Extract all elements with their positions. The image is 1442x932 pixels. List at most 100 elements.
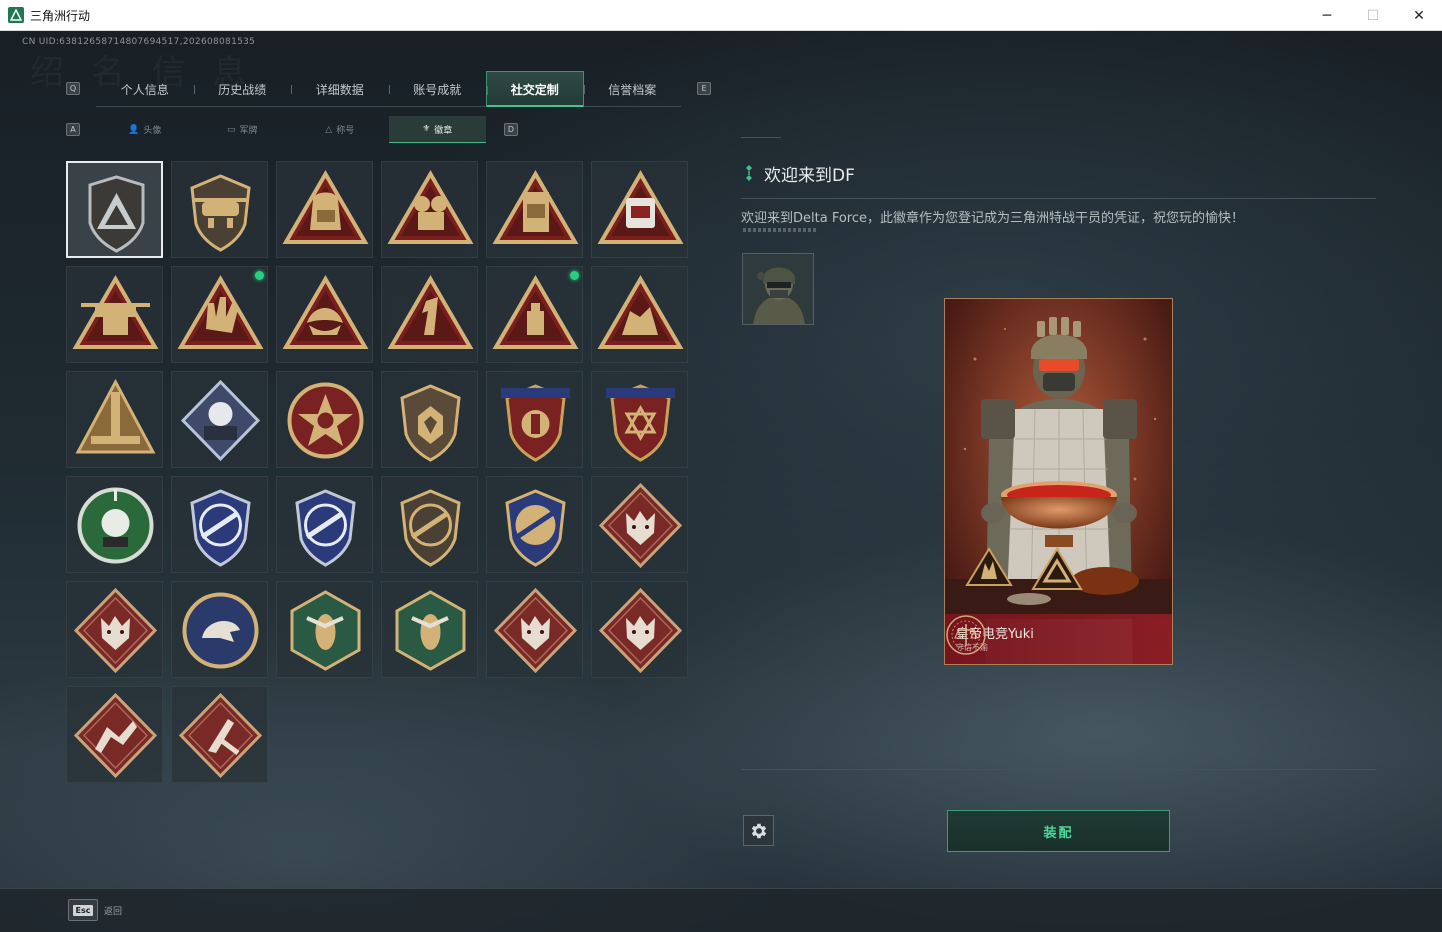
badge-slot[interactable] [171,371,268,468]
main-tab-bar: 个人信息 历史战绩 详细数据 账号成就 社交定制 信誉档案 [96,71,681,107]
title-marker-icon [746,165,752,181]
operator-avatar[interactable] [742,253,814,325]
badge-slot[interactable] [591,266,688,363]
badge-slot[interactable] [381,266,478,363]
reputation-emblem-icon [946,615,986,655]
minimize-button[interactable]: ─ [1304,0,1350,31]
badge-icon [190,174,251,252]
maximize-button[interactable]: ☐ [1350,0,1396,31]
back-label: 返回 [104,906,123,917]
badge-icon [505,489,566,567]
prev-subtab-key-hint[interactable]: A [66,123,80,136]
app-logo-icon [8,7,24,23]
badge-slot[interactable] [591,581,688,678]
badge-icon [178,692,263,779]
badge-slot[interactable] [381,581,478,678]
badge-icon [598,482,683,569]
badge-slot[interactable] [486,161,583,258]
badge-icon [400,384,461,462]
badge-icon [182,592,259,669]
main-tab-6[interactable]: 信誉档案 [583,71,682,107]
badge-icon [287,382,364,459]
badge-slot[interactable] [171,686,268,783]
close-button[interactable]: ✕ [1396,0,1442,31]
sub-tab-label: 头像 [143,126,162,136]
sub-tab-2[interactable]: ▭ 军牌 [194,116,292,143]
new-indicator-dot [570,271,579,280]
equip-button[interactable]: 装配 [947,810,1170,852]
badge-slot[interactable] [486,581,583,678]
title-icon: △ [325,124,333,135]
badge-slot[interactable] [171,476,268,573]
card-name-bar: 皇帝电竞Yuki 守信不渝 [945,614,1172,664]
badge-title: 欢迎来到DF [764,166,855,186]
badge-slot[interactable] [66,476,163,573]
badge-icon: ⚜ [422,124,431,134]
main-tab-3[interactable]: 详细数据 [291,71,389,107]
badge-icon [492,275,579,349]
badge-slot[interactable] [591,161,688,258]
badge-slot[interactable] [171,581,268,678]
badge-slot[interactable] [486,371,583,468]
badge-slot[interactable] [171,161,268,258]
badge-icon [75,378,156,454]
badge-slot[interactable] [486,266,583,363]
badge-slot[interactable] [66,686,163,783]
badge-slot[interactable] [591,476,688,573]
badge-icon [400,489,461,567]
badge-icon [606,384,675,462]
badge-slot[interactable] [66,581,163,678]
description-underline [743,228,818,232]
uid-label: CN UID:638126587148076945​17,20260808153… [22,37,256,47]
main-tab-1[interactable]: 个人信息 [96,71,194,107]
gear-icon [751,823,766,838]
badge-description: 欢迎来到Delta Force，此徽章作为您登记成为三角洲特战干员的凭证，祝您玩… [741,211,1244,226]
sub-tab-label: 徽章 [434,125,453,136]
badge-slot[interactable] [276,581,373,678]
sub-tab-bar: 👤 头像 ▭ 军牌 △ 称号 ⚜ 徽章 [96,116,486,143]
badge-slot[interactable] [486,476,583,573]
badge-icon [395,590,466,671]
badge-slot[interactable] [66,161,163,258]
badge-icon [290,590,361,671]
badge-slot[interactable] [276,371,373,468]
panel-divider [741,137,781,138]
badge-slot[interactable] [171,266,268,363]
sub-tab-3[interactable]: △ 称号 [291,116,389,143]
dogtag-icon: ▭ [226,124,236,135]
sub-tab-1[interactable]: 👤 头像 [96,116,194,143]
badge-slot[interactable] [66,266,163,363]
sub-tab-label: 称号 [336,126,355,136]
badge-icon [597,275,684,349]
main-tab-4[interactable]: 账号成就 [388,71,487,107]
main-tab-5[interactable]: 社交定制 [486,71,584,107]
prev-tab-key-hint[interactable]: Q [66,82,80,95]
badge-slot[interactable] [276,476,373,573]
sub-tab-4[interactable]: ⚜ 徽章 [388,116,486,143]
badge-icon [73,587,158,674]
game-viewport: 绍 名 信 息 CN UID:638126587148076945​17,202… [0,31,1442,932]
badge-slot[interactable] [381,161,478,258]
back-button[interactable]: Esc 返回 [68,899,122,921]
badge-icon [180,379,261,462]
settings-button[interactable] [743,815,774,846]
badge-icon [501,384,570,462]
badge-icon [493,587,578,674]
badge-slot[interactable] [381,476,478,573]
next-subtab-key-hint[interactable]: D [504,123,518,136]
badge-slot[interactable] [276,266,373,363]
badge-icon [295,489,356,567]
badge-icon [282,275,369,349]
badge-slot[interactable] [276,161,373,258]
badge-icon [73,692,158,779]
badge-slot[interactable] [381,371,478,468]
badge-slot[interactable] [66,371,163,468]
badge-icon [190,489,251,567]
next-tab-key-hint[interactable]: E [697,82,711,95]
badge-icon [72,275,159,349]
main-tab-2[interactable]: 历史战绩 [193,71,292,107]
esc-key-icon: Esc [68,899,98,921]
badge-icon [77,487,154,564]
badge-icon [177,275,264,349]
badge-slot[interactable] [591,371,688,468]
